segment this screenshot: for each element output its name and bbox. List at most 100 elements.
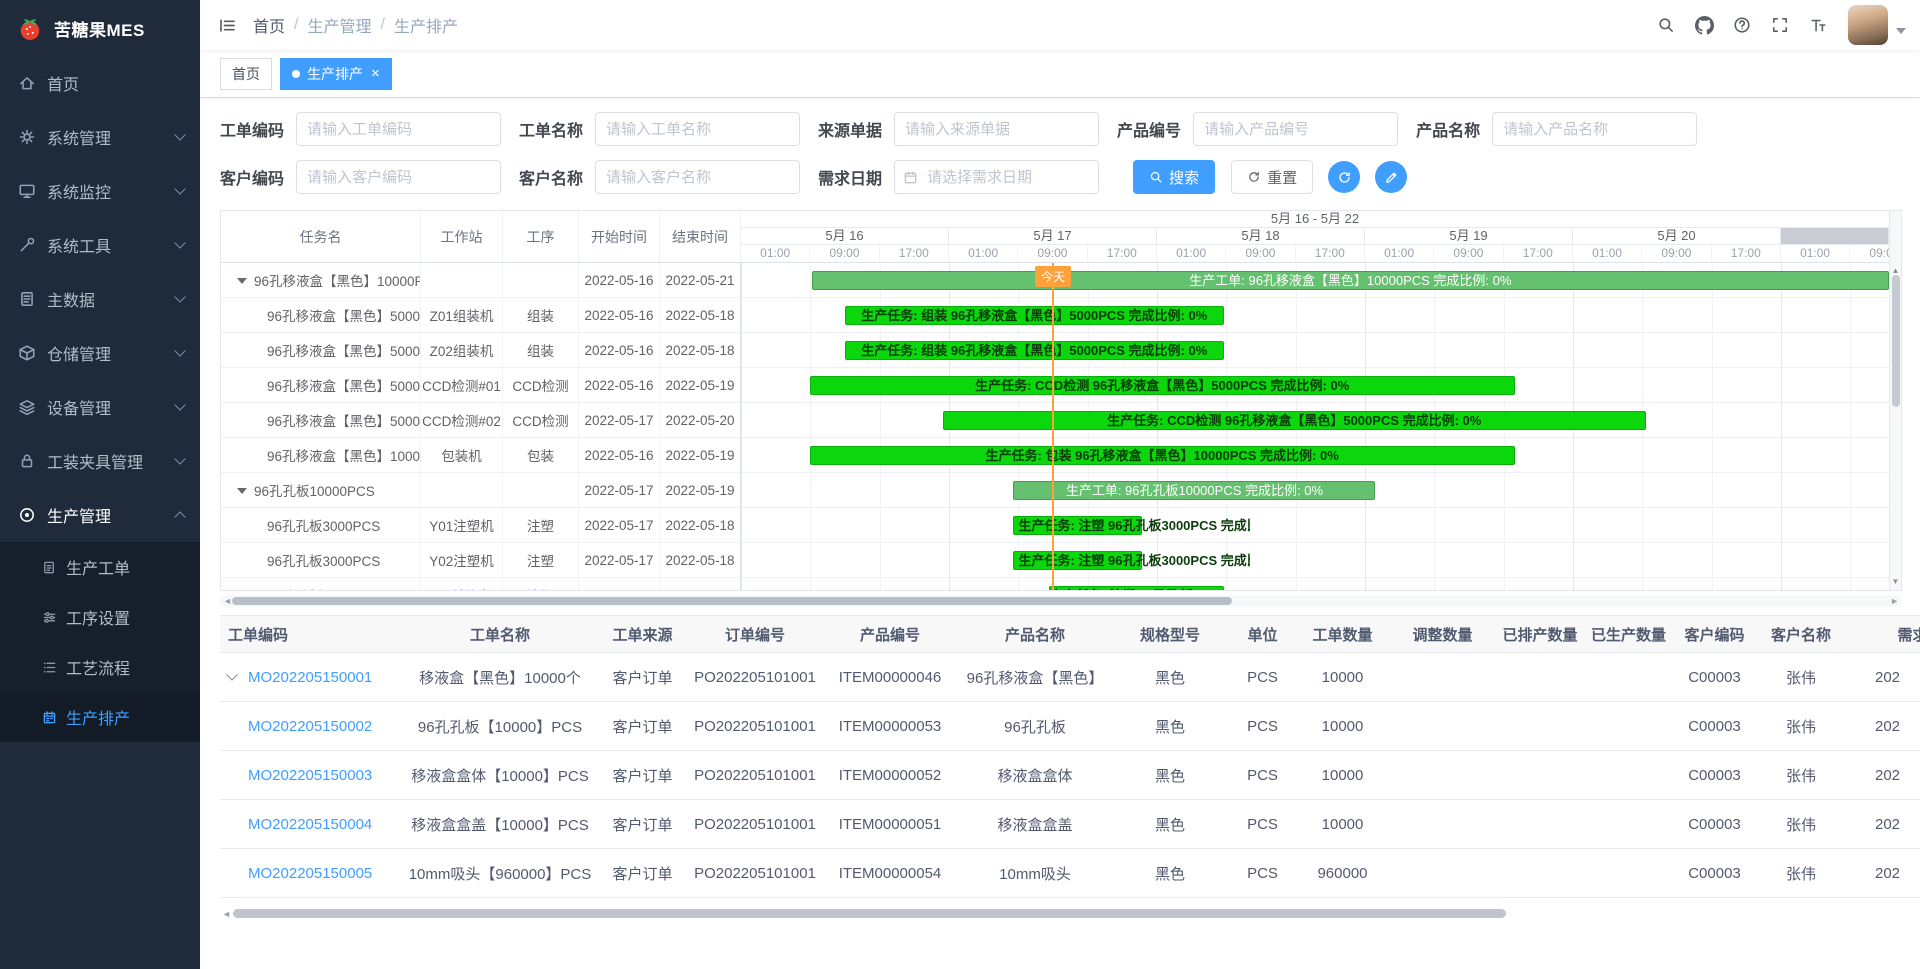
date-input-wrap [894, 160, 1099, 194]
gantt-task-cell: 2022-05-19 [660, 438, 740, 472]
gantt-task-cell: 2022-05-19 [660, 473, 740, 507]
gantt-task-row[interactable]: 96孔孔板3000PCSY01注塑机注塑2022-05-172022-05-18 [221, 508, 740, 543]
sidebar-item-fixture-mgmt[interactable]: 工装夹具管理 [0, 434, 200, 488]
gantt-horizontal-scrollbar[interactable]: ◄ ► [220, 595, 1902, 607]
gantt-task-cell: 注塑 [503, 508, 579, 542]
avatar[interactable] [1848, 5, 1888, 45]
sidebar-item-warehouse-mgmt[interactable]: 仓储管理 [0, 326, 200, 380]
gantt-task-row[interactable]: 96孔移液盒【黑色】5000PCSZ01组装机组装2022-05-162022-… [221, 298, 740, 333]
work-order-code-input[interactable] [296, 112, 501, 146]
gantt-task-row[interactable]: 96孔移液盒【黑色】5000PCSZ02组装机组装2022-05-162022-… [221, 333, 740, 368]
order-link[interactable]: MO202205150005 [248, 865, 372, 882]
timeline-day-weekend [1781, 228, 1889, 244]
reset-button[interactable]: 重置 [1231, 160, 1313, 194]
order-link[interactable]: MO202205150004 [248, 816, 372, 833]
gantt-task-bar[interactable]: 生产任务: 注塑 96孔孔板3000PCS 完成比例: 0% [1049, 586, 1224, 590]
tab-home[interactable]: 首页 [220, 58, 272, 90]
gantt-hscroll-thumb[interactable] [232, 597, 1232, 605]
help-icon[interactable] [1725, 4, 1759, 46]
sidebar-item-system-monitor[interactable]: 系统监控 [0, 164, 200, 218]
scroll-right-arrow[interactable]: ► [1890, 595, 1899, 607]
edit-circle-button[interactable] [1375, 161, 1407, 193]
gantt-project-bar[interactable]: 生产工单: 96孔移液盒【黑色】10000PCS 完成比例: 0% [812, 271, 1889, 290]
hamburger-icon[interactable] [218, 16, 237, 35]
table-horizontal-scrollbar[interactable]: ◄ [220, 908, 1920, 919]
gantt-task-row[interactable]: 96孔移液盒【黑色】10000PCS包装机包装2022-05-162022-05… [221, 438, 740, 473]
gantt-project-bar[interactable]: 生产工单: 96孔孔板10000PCS 完成比例: 0% [1013, 481, 1375, 500]
customer-code-input[interactable] [296, 160, 501, 194]
sidebar-item-craft-flow[interactable]: 工艺流程 [0, 642, 200, 692]
gantt-task-cell: 2022-05-17 [579, 543, 660, 577]
github-icon[interactable] [1687, 4, 1721, 46]
order-link[interactable]: MO202205150002 [248, 718, 372, 735]
tab-label: 生产排产 [307, 64, 363, 84]
gantt-task-name: 96孔移液盒【黑色】10000PCS [221, 263, 421, 297]
font-size-icon[interactable] [1801, 4, 1835, 46]
demand-date-input[interactable] [894, 160, 1099, 194]
gantt-task-row[interactable]: 96孔孔板3000PCSY03注塑机注塑2022-05-172022-05-18 [221, 578, 740, 590]
flow-icon [42, 660, 57, 675]
search-button[interactable]: 搜索 [1133, 160, 1215, 194]
sidebar-item-device-mgmt[interactable]: 设备管理 [0, 380, 200, 434]
gantt-task-row[interactable]: 96孔移液盒【黑色】10000PCS2022-05-162022-05-21 [221, 263, 740, 298]
sidebar-item-process-settings[interactable]: 工序设置 [0, 592, 200, 642]
sidebar-item-production-mgmt[interactable]: 生产管理 [0, 488, 200, 542]
refresh-circle-button[interactable] [1328, 161, 1360, 193]
tab-production-schedule[interactable]: 生产排产 × [280, 58, 392, 90]
gantt-task-name: 96孔孔板3000PCS [221, 508, 421, 542]
sidebar-item-home[interactable]: 首页 [0, 56, 200, 110]
table-hscroll-thumb[interactable] [233, 909, 1506, 918]
scroll-left-arrow[interactable]: ◄ [222, 908, 231, 920]
gantt-task-row[interactable]: 96孔孔板10000PCS2022-05-172022-05-19 [221, 473, 740, 508]
sidebar-item-production-workorder[interactable]: 生产工单 [0, 542, 200, 592]
gantt-task-bar[interactable]: 生产任务: 注塑 96孔孔板3000PCS 完成比例: 0% [1013, 516, 1142, 535]
sidebar-item-production-schedule[interactable]: 生产排产 [0, 692, 200, 742]
gantt-task-cell: Z01组装机 [421, 298, 503, 332]
cell-order: PO202205101001 [690, 849, 820, 898]
chevron-down-icon[interactable] [226, 669, 237, 680]
cell-qty: 10000 [1295, 800, 1390, 849]
gantt-task-row[interactable]: 96孔移液盒【黑色】5000PCSCCD检测#02CCD检测2022-05-17… [221, 403, 740, 438]
gantt-task-cell: 包装 [503, 438, 579, 472]
work-order-name-input[interactable] [595, 112, 800, 146]
gantt-task-bar[interactable]: 生产任务: CCD检测 96孔移液盒【黑色】5000PCS 完成比例: 0% [810, 376, 1515, 395]
product-code-input[interactable] [1193, 112, 1398, 146]
hamburger-icon [218, 16, 237, 35]
cell-qty: 10000 [1295, 702, 1390, 751]
gantt-task-bar[interactable]: 生产任务: 包装 96孔移液盒【黑色】10000PCS 完成比例: 0% [810, 446, 1515, 465]
vertical-scroll-thumb[interactable] [1892, 275, 1900, 407]
cell-produced [1585, 653, 1672, 702]
search-icon[interactable] [1649, 4, 1683, 46]
chevron-down-icon[interactable] [1896, 28, 1906, 39]
timeline-hour: 17:00 [1504, 245, 1573, 262]
app-logo[interactable]: 苦糖果MES [0, 0, 200, 56]
sidebar-item-system-tools[interactable]: 系统工具 [0, 218, 200, 272]
gantt-task-bar[interactable]: 生产任务: CCD检测 96孔移液盒【黑色】5000PCS 完成比例: 0% [943, 411, 1646, 430]
product-name-input[interactable] [1492, 112, 1697, 146]
fullscreen-icon[interactable] [1763, 4, 1797, 46]
breadcrumb-item-home[interactable]: 首页 [253, 13, 285, 37]
sidebar-item-label: 生产管理 [47, 503, 111, 527]
gantt-task-bar[interactable]: 生产任务: 组装 96孔移液盒【黑色】5000PCS 完成比例: 0% [845, 306, 1224, 325]
customer-name-input[interactable] [595, 160, 800, 194]
gantt-task-bar[interactable]: 生产任务: 注塑 96孔孔板3000PCS 完成比例: 0% [1013, 551, 1142, 570]
today-line [1052, 263, 1054, 590]
gantt-task-bar[interactable]: 生产任务: 组装 96孔移液盒【黑色】5000PCS 完成比例: 0% [845, 341, 1224, 360]
sidebar-item-master-data[interactable]: 主数据 [0, 272, 200, 326]
order-link[interactable]: MO202205150001 [248, 669, 372, 686]
table-row: MO202205150003移液盒盒体【10000】PCS客户订单PO20220… [220, 751, 1920, 800]
app-title: 苦糖果MES [54, 16, 145, 41]
scroll-left-arrow[interactable]: ◄ [223, 595, 232, 607]
gantt-task-row[interactable]: 96孔孔板3000PCSY02注塑机注塑2022-05-172022-05-18 [221, 543, 740, 578]
close-icon[interactable]: × [371, 66, 380, 81]
scroll-down-arrow[interactable]: ▼ [1890, 577, 1901, 587]
gantt-task-row[interactable]: 96孔移液盒【黑色】5000PCSCCD检测#01CCD检测2022-05-16… [221, 368, 740, 403]
table-header-row: 工单编码工单名称工单来源订单编号产品编号产品名称规格型号单位工单数量调整数量已排… [220, 616, 1920, 653]
sidebar-item-system-mgmt[interactable]: 系统管理 [0, 110, 200, 164]
navbar-actions [1649, 4, 1906, 46]
tree-expand-icon[interactable] [237, 278, 247, 289]
tree-expand-icon[interactable] [237, 488, 247, 499]
gantt-vertical-scrollbar[interactable]: ▲ ▼ [1889, 211, 1901, 590]
source-doc-input[interactable] [894, 112, 1099, 146]
order-link[interactable]: MO202205150003 [248, 767, 372, 784]
